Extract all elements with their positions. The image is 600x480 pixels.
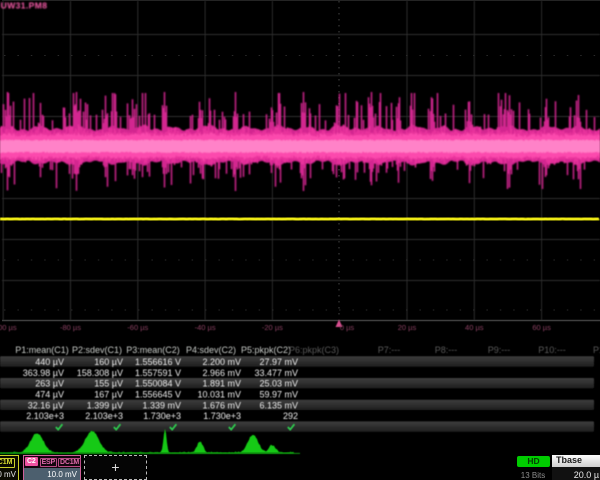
svg-text:160 µV: 160 µV <box>94 357 123 367</box>
svg-text:1.676 mV: 1.676 mV <box>202 400 241 410</box>
svg-text:474 µV: 474 µV <box>35 390 64 400</box>
svg-text:1.556645 V: 1.556645 V <box>135 390 181 400</box>
svg-text:-40 µs: -40 µs <box>195 323 216 332</box>
svg-text:P2:sdev(C1): P2:sdev(C1) <box>72 345 122 355</box>
svg-text:P3:mean(C2): P3:mean(C2) <box>126 345 180 355</box>
svg-text:2.103e+3: 2.103e+3 <box>85 411 123 421</box>
svg-text:P9:---: P9:--- <box>488 345 511 355</box>
svg-text:32.16 µV: 32.16 µV <box>28 400 64 410</box>
svg-text:1.730e+3: 1.730e+3 <box>203 411 241 421</box>
svg-text:20 µs: 20 µs <box>398 323 417 332</box>
svg-text:2.200 mV: 2.200 mV <box>202 357 241 367</box>
svg-text:UW31.PM8: UW31.PM8 <box>1 1 48 11</box>
svg-text:1.730e+3: 1.730e+3 <box>143 411 181 421</box>
svg-text:6.135 mV: 6.135 mV <box>259 400 298 410</box>
svg-text:-20 µs: -20 µs <box>262 323 283 332</box>
svg-text:P6:pkpk(C3): P6:pkpk(C3) <box>289 345 339 355</box>
svg-text:158.308 µV: 158.308 µV <box>77 368 123 378</box>
svg-text:1.557591 V: 1.557591 V <box>135 368 181 378</box>
svg-text:2.966 mV: 2.966 mV <box>202 368 241 378</box>
svg-text:-100 µs: -100 µs <box>0 323 17 332</box>
svg-text:25.03 mV: 25.03 mV <box>259 379 298 389</box>
svg-text:-60 µs: -60 µs <box>127 323 148 332</box>
svg-text:1.339 mV: 1.339 mV <box>142 400 181 410</box>
svg-text:P10:---: P10:--- <box>538 345 566 355</box>
svg-text:1.556616 V: 1.556616 V <box>135 357 181 367</box>
svg-text:155 µV: 155 µV <box>94 379 123 389</box>
svg-text:59.97 mV: 59.97 mV <box>259 390 298 400</box>
svg-text:P4:sdev(C2): P4:sdev(C2) <box>186 345 236 355</box>
svg-text:33.477 mV: 33.477 mV <box>254 368 298 378</box>
svg-text:1.891 mV: 1.891 mV <box>202 379 241 389</box>
svg-text:363.98 µV: 363.98 µV <box>23 368 64 378</box>
svg-text:P1: P1 <box>593 345 600 355</box>
svg-text:P5:pkpk(C2): P5:pkpk(C2) <box>241 345 291 355</box>
svg-text:40 µs: 40 µs <box>465 323 484 332</box>
svg-text:P1:mean(C1): P1:mean(C1) <box>15 345 69 355</box>
svg-text:P8:---: P8:--- <box>435 345 458 355</box>
svg-text:1.399 µV: 1.399 µV <box>87 400 123 410</box>
svg-text:0 µs: 0 µs <box>340 323 355 332</box>
svg-text:P7:---: P7:--- <box>378 345 401 355</box>
svg-text:440 µV: 440 µV <box>35 357 64 367</box>
svg-text:-80 µs: -80 µs <box>60 323 81 332</box>
svg-text:10.031 mV: 10.031 mV <box>197 390 241 400</box>
svg-text:27.97 mV: 27.97 mV <box>259 357 298 367</box>
svg-text:1.550084 V: 1.550084 V <box>135 379 181 389</box>
svg-text:60 µs: 60 µs <box>532 323 551 332</box>
svg-text:263 µV: 263 µV <box>35 379 64 389</box>
svg-text:167 µV: 167 µV <box>94 390 123 400</box>
svg-text:2.103e+3: 2.103e+3 <box>26 411 64 421</box>
svg-text:292: 292 <box>283 411 298 421</box>
